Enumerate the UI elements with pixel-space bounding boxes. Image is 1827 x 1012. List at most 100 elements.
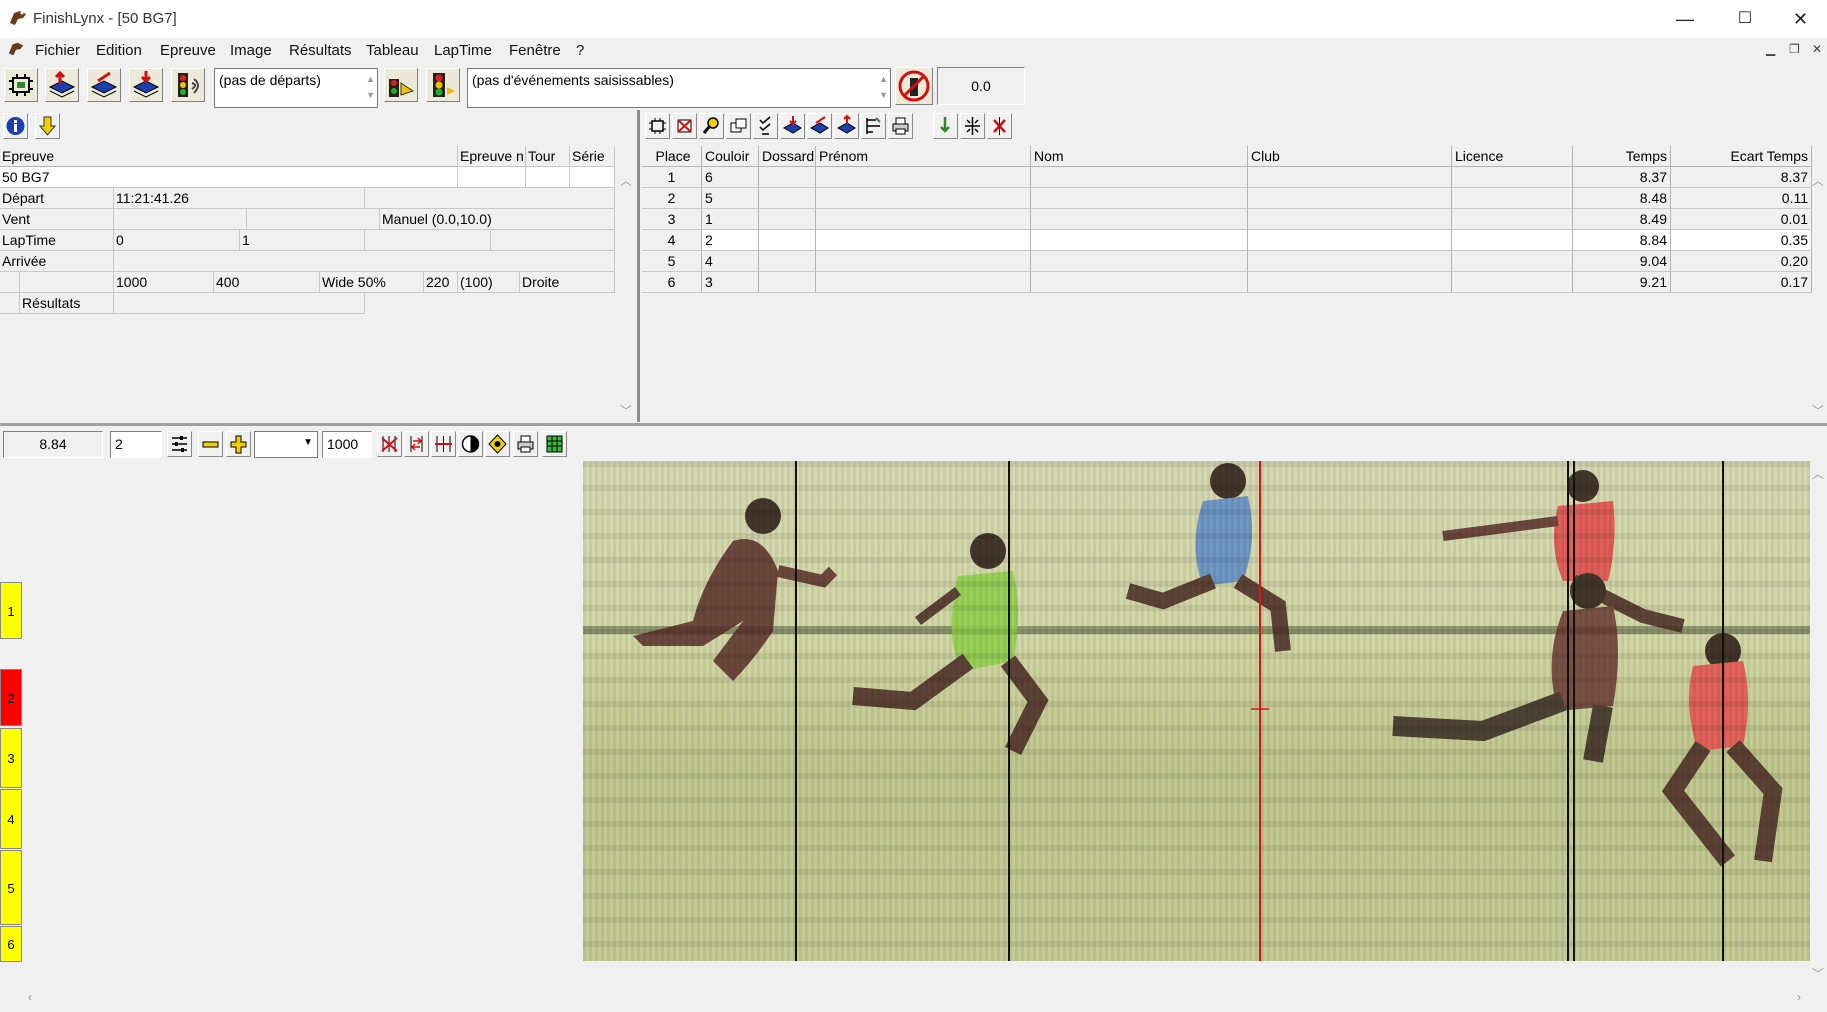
- temps-cell[interactable]: 8.84: [1573, 230, 1671, 251]
- zoom-dropdown[interactable]: ▼: [254, 431, 318, 458]
- sort-button[interactable]: [861, 113, 886, 139]
- swap-button[interactable]: [404, 431, 429, 457]
- menu-help[interactable]: ?: [576, 42, 584, 59]
- col-dossard[interactable]: Dossard: [759, 146, 816, 167]
- col-licence[interactable]: Licence: [1452, 146, 1573, 167]
- menu-edition[interactable]: Edition: [96, 42, 142, 59]
- vent-field-a[interactable]: [114, 209, 247, 230]
- nom-cell[interactable]: [1031, 272, 1248, 293]
- col-club[interactable]: Club: [1248, 146, 1452, 167]
- licence-cell[interactable]: [1452, 209, 1573, 230]
- events-combo[interactable]: (pas d'événements saisissables) ▲ ▼: [467, 68, 891, 108]
- camera-220[interactable]: 220: [424, 272, 458, 293]
- capture-button[interactable]: [4, 68, 38, 102]
- brightness-button[interactable]: [485, 431, 510, 457]
- dossard-cell[interactable]: [759, 230, 816, 251]
- scroll-up-icon[interactable]: ︿: [1812, 172, 1824, 189]
- licence-cell[interactable]: [1452, 251, 1573, 272]
- accept-button[interactable]: [933, 113, 958, 139]
- licence-cell[interactable]: [1452, 272, 1573, 293]
- horizontal-scrollbar[interactable]: ‹ ›: [0, 988, 1827, 1008]
- lane-marker[interactable]: 5: [0, 850, 22, 925]
- dossard-cell[interactable]: [759, 188, 816, 209]
- temps-cell[interactable]: 8.49: [1573, 209, 1671, 230]
- club-cell[interactable]: [1248, 272, 1452, 293]
- nom-cell[interactable]: [1031, 230, 1248, 251]
- photo-finish-image[interactable]: [583, 461, 1810, 961]
- tour-field[interactable]: [526, 167, 570, 188]
- ecart-temps-cell[interactable]: 0.01: [1671, 209, 1812, 230]
- export-button[interactable]: [834, 113, 859, 139]
- dossard-cell[interactable]: [759, 251, 816, 272]
- prenom-cell[interactable]: [816, 209, 1031, 230]
- capture-small-button[interactable]: [645, 113, 670, 139]
- delete-frame-button[interactable]: [672, 113, 697, 139]
- print-button[interactable]: [888, 113, 913, 139]
- couloir-cell[interactable]: 1: [702, 209, 759, 230]
- temps-cell[interactable]: 9.21: [1573, 272, 1671, 293]
- couloir-cell[interactable]: 5: [702, 188, 759, 209]
- ecart-temps-cell[interactable]: 8.37: [1671, 167, 1812, 188]
- menu-fichier[interactable]: Fichier: [35, 42, 80, 59]
- club-cell[interactable]: [1248, 188, 1452, 209]
- zoom-in-button[interactable]: [226, 431, 251, 457]
- place-cell[interactable]: 3: [642, 209, 702, 230]
- dossard-cell[interactable]: [759, 167, 816, 188]
- prenom-cell[interactable]: [816, 188, 1031, 209]
- vent-value[interactable]: Manuel (0.0,10.0): [380, 209, 615, 230]
- copy-button[interactable]: [726, 113, 751, 139]
- col-nom[interactable]: Nom: [1031, 146, 1248, 167]
- maximize-button[interactable]: ☐: [1716, 0, 1774, 38]
- nom-cell[interactable]: [1031, 209, 1248, 230]
- prenom-cell[interactable]: [816, 272, 1031, 293]
- vent-field-b[interactable]: [247, 209, 380, 230]
- epreuve-n-field[interactable]: [458, 167, 526, 188]
- arrivee-field[interactable]: [114, 251, 615, 272]
- minimize-button[interactable]: —: [1656, 0, 1714, 38]
- contrast-button[interactable]: [458, 431, 483, 457]
- couloir-cell[interactable]: 3: [702, 272, 759, 293]
- dossard-cell[interactable]: [759, 272, 816, 293]
- menu-epreuve[interactable]: Epreuve: [160, 42, 216, 59]
- col-place[interactable]: Place: [642, 146, 702, 167]
- lane-marker[interactable]: 2: [0, 669, 22, 726]
- club-cell[interactable]: [1248, 230, 1452, 251]
- traffic-light-button[interactable]: [426, 68, 460, 102]
- print-image-button[interactable]: [513, 431, 538, 457]
- lane-marker[interactable]: 4: [0, 789, 22, 849]
- combo-spin-icon[interactable]: ▲ ▼: [879, 71, 888, 103]
- resultats-field[interactable]: [114, 293, 365, 314]
- nom-cell[interactable]: [1031, 251, 1248, 272]
- menu-image[interactable]: Image: [230, 42, 272, 59]
- starts-combo[interactable]: (pas de départs) ▲ ▼: [214, 68, 378, 108]
- document-icon[interactable]: [7, 41, 25, 57]
- place-cell[interactable]: 1: [642, 167, 702, 188]
- mdi-close-icon[interactable]: ✕: [1812, 42, 1822, 56]
- close-button[interactable]: ✕: [1774, 0, 1827, 38]
- serie-field[interactable]: [570, 167, 615, 188]
- combo-spin-icon[interactable]: ▲ ▼: [366, 71, 375, 103]
- lane-marker[interactable]: 3: [0, 728, 22, 788]
- prenom-cell[interactable]: [816, 251, 1031, 272]
- zoom-out-button[interactable]: [198, 431, 223, 457]
- settings-button[interactable]: [167, 431, 192, 457]
- menu-resultats[interactable]: Résultats: [289, 42, 352, 59]
- laptime-field-c[interactable]: [365, 230, 491, 251]
- image-scroll-up-icon[interactable]: ︿: [1812, 465, 1824, 482]
- open-event-button[interactable]: [45, 68, 79, 102]
- nom-cell[interactable]: [1031, 188, 1248, 209]
- col-prenom[interactable]: Prénom: [816, 146, 1031, 167]
- licence-cell[interactable]: [1452, 167, 1573, 188]
- camera-density[interactable]: 1000: [114, 272, 214, 293]
- place-cell[interactable]: 2: [642, 188, 702, 209]
- wind-gauge-button[interactable]: [895, 67, 933, 105]
- horizontal-splitter[interactable]: [0, 423, 1827, 426]
- resultats-label[interactable]: Résultats: [20, 293, 114, 314]
- depart-time[interactable]: 11:21:41.26: [114, 188, 365, 209]
- ecart-temps-cell[interactable]: 0.20: [1671, 251, 1812, 272]
- dossard-cell[interactable]: [759, 209, 816, 230]
- place-cell[interactable]: 5: [642, 251, 702, 272]
- temps-cell[interactable]: 8.37: [1573, 167, 1671, 188]
- info-button[interactable]: [3, 113, 28, 139]
- club-cell[interactable]: [1248, 209, 1452, 230]
